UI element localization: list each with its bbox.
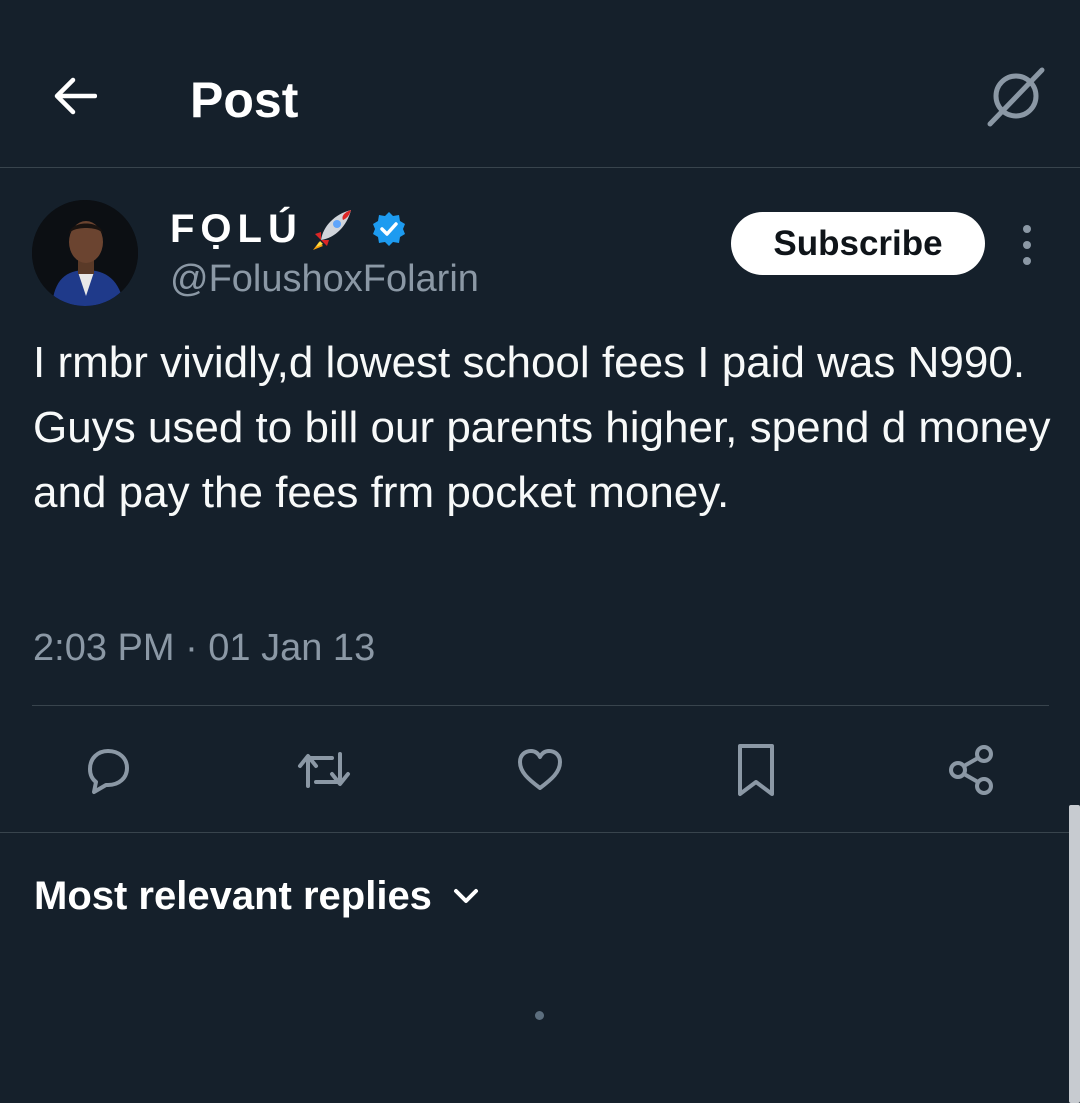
more-vertical-icon xyxy=(1023,241,1031,249)
repost-icon xyxy=(298,752,350,788)
verified-badge-icon xyxy=(372,212,405,246)
back-button[interactable] xyxy=(46,68,102,124)
bookmark-button[interactable] xyxy=(724,738,788,802)
display-name[interactable]: FỌLÚ xyxy=(170,204,407,254)
display-name-text: FỌLÚ xyxy=(170,207,303,251)
like-icon xyxy=(518,749,562,790)
grok-button[interactable] xyxy=(982,62,1050,130)
scrollbar[interactable] xyxy=(1069,805,1080,1103)
reply-button[interactable] xyxy=(76,738,140,802)
like-button[interactable] xyxy=(508,738,572,802)
grok-icon xyxy=(987,67,1045,127)
post-text: I rmbr vividly,d lowest school fees I pa… xyxy=(33,338,1051,517)
more-vertical-icon xyxy=(1023,257,1031,265)
arrow-left-icon xyxy=(54,77,97,115)
post-detail-screen: Post FỌLÚ @FolushoxFolarin Subscribe I r… xyxy=(0,0,1080,1103)
loading-indicator xyxy=(535,1011,544,1020)
post-timestamp[interactable]: 2:03 PM · 01 Jan 13 xyxy=(33,624,375,672)
share-button[interactable] xyxy=(940,738,1004,802)
replies-sort-label: Most relevant replies xyxy=(34,874,432,918)
top-bar: Post xyxy=(0,0,1080,168)
profile-photo xyxy=(32,200,138,306)
divider xyxy=(0,832,1080,833)
reply-icon xyxy=(88,749,129,794)
avatar[interactable] xyxy=(32,200,138,306)
more-options-button[interactable] xyxy=(1005,220,1049,270)
chevron-down-icon xyxy=(453,889,478,903)
divider xyxy=(32,705,1049,706)
page-title: Post xyxy=(190,72,299,128)
more-vertical-icon xyxy=(1023,225,1031,233)
replies-sort-dropdown[interactable]: Most relevant replies xyxy=(34,868,482,924)
user-handle[interactable]: @FolushoxFolarin xyxy=(170,256,479,302)
repost-button[interactable] xyxy=(292,738,356,802)
rocket-icon xyxy=(312,210,351,250)
share-icon xyxy=(949,745,993,795)
bookmark-icon xyxy=(738,744,774,796)
subscribe-button[interactable]: Subscribe xyxy=(731,212,985,275)
